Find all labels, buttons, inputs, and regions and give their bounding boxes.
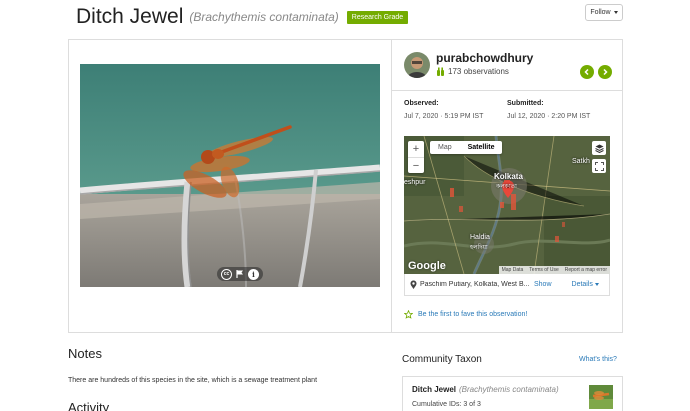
info-icon[interactable]: i — [248, 268, 259, 280]
map-label-kolkata: Kolkata — [494, 172, 523, 181]
zoom-in-button[interactable]: + — [408, 141, 424, 157]
binoculars-icon — [437, 67, 444, 76]
map-label-haldia: Haldia — [470, 234, 490, 241]
chevron-down-icon — [613, 11, 618, 14]
cumulative-ids: Cumulative IDs: 3 of 3 — [412, 401, 481, 408]
terms-of-use-link[interactable]: Terms of Use — [526, 266, 561, 274]
fave-label: Be the first to fave this observation! — [418, 311, 528, 318]
dragonfly-photo-image — [80, 64, 380, 287]
fullscreen-button[interactable] — [592, 159, 606, 173]
fullscreen-icon — [594, 161, 604, 171]
satellite-map-image — [404, 136, 610, 274]
submitted-label: Submitted: — [507, 100, 544, 107]
follow-label: Follow — [590, 9, 611, 16]
species-scientific-name: (Brachythemis contaminata) — [189, 10, 339, 24]
whats-this-link[interactable]: What's this? — [579, 356, 617, 363]
details-label: Details — [571, 281, 593, 288]
previous-observation-button[interactable] — [580, 65, 594, 79]
details-dropdown[interactable]: Details — [572, 281, 599, 288]
tab-satellite[interactable]: Satellite — [460, 141, 503, 154]
map-zoom-controls: + − — [408, 141, 424, 173]
fave-link[interactable]: Be the first to fave this observation! — [404, 310, 527, 319]
community-taxon-common: Ditch Jewel — [412, 385, 457, 394]
google-logo: Google — [408, 260, 446, 272]
map-label-haldia-bn: হলদিয়া — [470, 245, 488, 251]
activity-heading: Activity — [68, 400, 110, 411]
map-label-satkhira: Satkh — [572, 158, 590, 165]
community-taxon-scientific: (Brachythemis contaminata) — [459, 385, 559, 394]
photo-panel: cc i — [69, 40, 392, 332]
community-taxon-name: Ditch Jewel (Brachythemis contaminata) — [412, 385, 559, 394]
chevron-down-icon — [594, 283, 599, 286]
research-grade-badge: Research Grade — [346, 10, 409, 24]
submitted-value: Jul 12, 2020 · 2:20 PM IST — [507, 113, 591, 120]
community-taxon-heading: Community Taxon — [402, 354, 482, 365]
map-data-link[interactable]: Map Data — [499, 266, 527, 274]
observation-photo[interactable]: cc i — [80, 64, 380, 287]
submitted-date: Submitted: Jul 12, 2020 · 2:20 PM IST — [507, 100, 590, 120]
taxon-thumbnail[interactable] — [589, 385, 613, 409]
observation-details-panel: purabchowdhury 173 observations Observed… — [392, 40, 623, 332]
map-label-kolkata-bn: কলকাতা — [496, 184, 517, 190]
flag-icon[interactable] — [235, 269, 245, 279]
page-title: Ditch Jewel (Brachythemis contaminata) R… — [76, 4, 409, 30]
follow-button[interactable]: Follow — [585, 4, 623, 21]
show-place-link[interactable]: Show — [534, 281, 552, 288]
observation-card: cc i purabchowdhury 173 observations Obs… — [68, 39, 623, 333]
observed-value: Jul 7, 2020 · 5:19 PM IST — [404, 113, 484, 120]
observed-date: Observed: Jul 7, 2020 · 5:19 PM IST — [404, 100, 483, 120]
tab-map[interactable]: Map — [430, 141, 460, 154]
zoom-out-button[interactable]: − — [408, 157, 424, 173]
map-footer: Map Data Terms of Use Report a map error — [498, 266, 610, 274]
avatar[interactable] — [404, 52, 430, 78]
notes-heading: Notes — [68, 346, 102, 361]
species-common-name: Ditch Jewel — [76, 5, 184, 28]
star-icon — [404, 310, 413, 319]
location-pin-icon — [410, 280, 417, 289]
next-observation-button[interactable] — [598, 65, 612, 79]
place-row: Paschim Putiary, Kolkata, West B... Show… — [404, 274, 610, 296]
location-map[interactable]: Kolkata কলকাতা Haldia হলদিয়া Satkh eshp… — [404, 136, 610, 274]
map-label-kshpur: eshpur — [404, 179, 426, 186]
map-type-tabs: Map Satellite — [430, 141, 503, 154]
notes-text: There are hundreds of this species in th… — [68, 377, 318, 384]
chevron-left-icon — [584, 68, 589, 76]
observation-count[interactable]: 173 observations — [436, 67, 509, 76]
observation-navigation — [580, 65, 612, 79]
community-taxon-card[interactable]: Ditch Jewel (Brachythemis contaminata) Cu… — [402, 376, 623, 411]
report-map-error-link[interactable]: Report a map error — [562, 266, 610, 274]
creative-commons-icon[interactable]: cc — [221, 268, 232, 280]
photo-controls: cc i — [217, 267, 263, 281]
observation-count-label: 173 observations — [448, 67, 509, 76]
observer-username[interactable]: purabchowdhury — [436, 51, 533, 65]
chevron-right-icon — [603, 68, 608, 76]
observer-row: purabchowdhury 173 observations — [392, 40, 623, 91]
layers-button[interactable] — [592, 141, 606, 155]
layers-icon — [594, 144, 604, 153]
observed-label: Observed: — [404, 100, 439, 107]
place-name: Paschim Putiary, Kolkata, West B... — [420, 281, 530, 288]
